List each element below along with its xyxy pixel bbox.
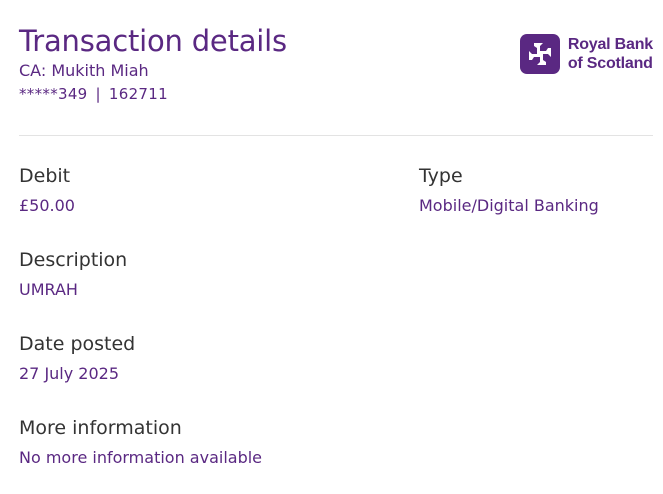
account-number: *****349 — [19, 85, 88, 103]
account-numbers: *****349 | 162711 — [19, 84, 287, 104]
more-information-field: More information No more information ava… — [19, 416, 262, 468]
account-name: CA: Mukith Miah — [19, 61, 149, 80]
header-divider — [19, 135, 653, 136]
type-field: Type Mobile/Digital Banking — [419, 164, 599, 216]
bank-logo: Royal Bank of Scotland — [519, 34, 653, 74]
debit-label: Debit — [19, 165, 71, 187]
debit-field: Debit £50.00 — [19, 164, 75, 216]
description-value: UMRAH — [19, 280, 78, 299]
transaction-header: Transaction details CA: Mukith Miah ****… — [19, 24, 287, 104]
brand-line-1: Royal Bank — [567, 36, 653, 53]
brand-name: Royal Bank of Scotland — [568, 35, 653, 73]
page-title: Transaction details — [19, 24, 287, 58]
type-label: Type — [419, 165, 463, 187]
brand-line-2: of Scotland — [567, 55, 653, 72]
description-label: Description — [19, 249, 128, 271]
sort-code: 162711 — [108, 85, 168, 103]
rbs-daisy-logo-icon — [519, 34, 560, 74]
description-field: Description UMRAH — [19, 248, 127, 300]
type-value: Mobile/Digital Banking — [419, 196, 599, 215]
account-separator: | — [95, 85, 101, 103]
debit-amount: £50.00 — [19, 196, 75, 215]
more-information-label: More information — [19, 417, 182, 439]
date-posted-field: Date posted 27 July 2025 — [19, 332, 135, 384]
date-posted-value: 27 July 2025 — [19, 364, 120, 383]
more-information-value: No more information available — [19, 448, 263, 467]
date-posted-label: Date posted — [19, 333, 136, 355]
